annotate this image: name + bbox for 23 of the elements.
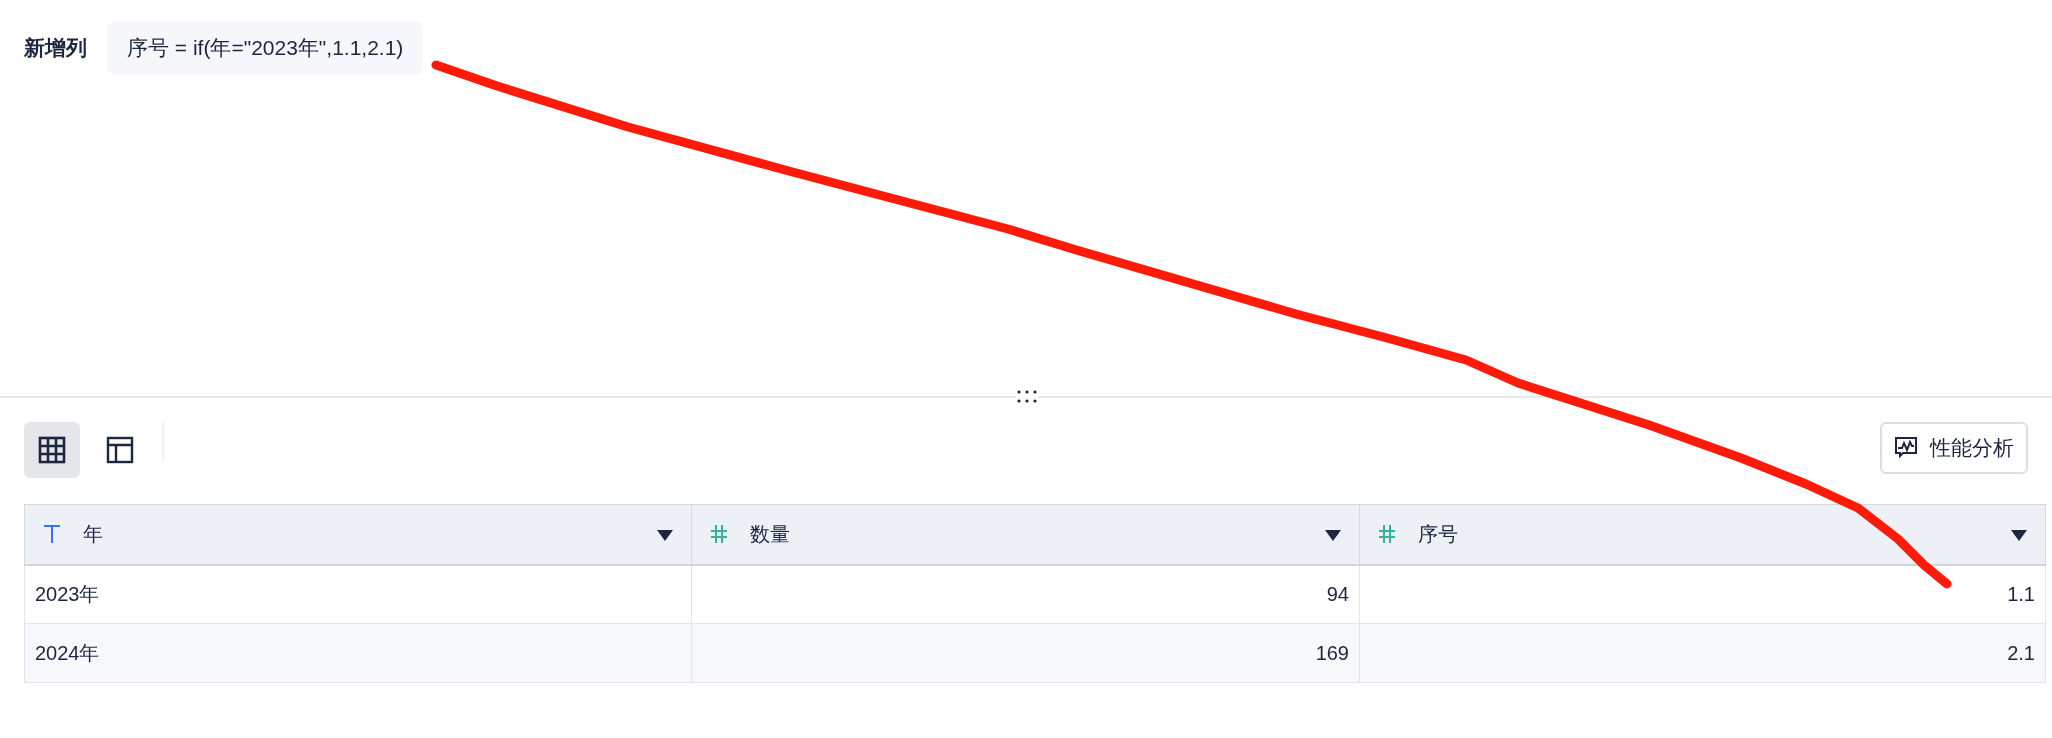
section-label: 新增列 bbox=[24, 35, 87, 61]
dropdown-caret-icon[interactable] bbox=[657, 530, 673, 542]
drag-handle-icon[interactable] bbox=[1016, 388, 1038, 406]
table-cell: 94 bbox=[1326, 583, 1349, 606]
table-cell: 1.1 bbox=[2007, 583, 2035, 606]
dropdown-caret-icon[interactable] bbox=[2011, 530, 2027, 542]
table-cell: 2023年 bbox=[35, 583, 100, 606]
chart-icon bbox=[1894, 435, 1918, 460]
dropdown-caret-icon[interactable] bbox=[1325, 530, 1341, 542]
grid-icon bbox=[38, 436, 66, 464]
formula-text: 序号 = if(年="2023年",1.1,2.1) bbox=[107, 22, 424, 74]
performance-analysis-button[interactable]: 性能分析 bbox=[1880, 422, 2028, 474]
text-type-icon bbox=[43, 524, 61, 545]
column-header: 序号 bbox=[1418, 522, 1458, 548]
column-header: 数量 bbox=[750, 522, 790, 548]
column-header: 年 bbox=[83, 522, 103, 548]
table-cell: 169 bbox=[1315, 642, 1349, 664]
table-cell: 2.1 bbox=[2007, 642, 2035, 664]
number-type-icon bbox=[710, 524, 728, 545]
layout-icon bbox=[106, 436, 134, 464]
number-type-icon bbox=[1378, 524, 1396, 545]
table-cell: 2024年 bbox=[35, 642, 100, 664]
view-toggle-button[interactable] bbox=[24, 422, 80, 478]
